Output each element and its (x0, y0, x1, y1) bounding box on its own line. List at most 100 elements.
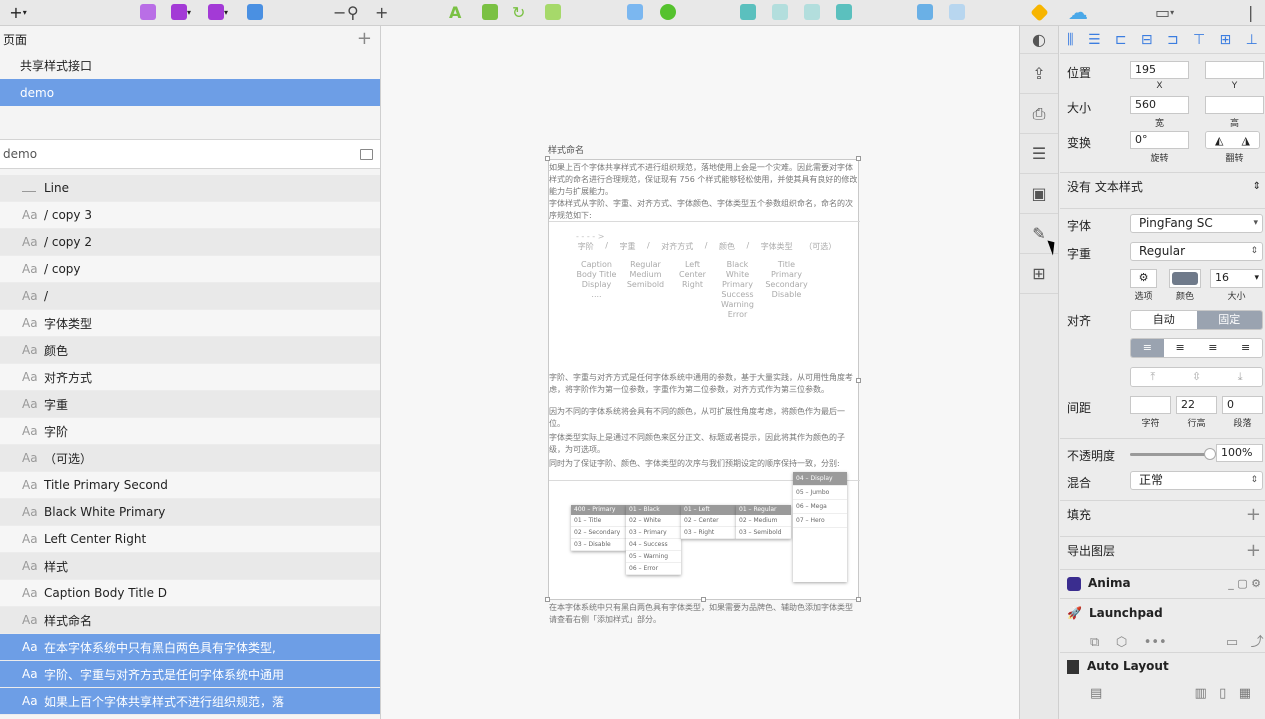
opacity-slider-thumb[interactable] (1204, 448, 1216, 460)
layer-row[interactable]: Aa / copy (0, 256, 380, 283)
blend-select[interactable]: 正常 ⇕ (1130, 471, 1263, 490)
intersect-icon[interactable] (804, 2, 820, 22)
zoom-in-icon[interactable]: + (375, 2, 388, 22)
y-field[interactable] (1205, 61, 1264, 79)
autolayout-section[interactable]: Auto Layout (1060, 652, 1265, 680)
color-well[interactable] (1169, 269, 1201, 288)
anima-link-icon[interactable] (545, 2, 561, 22)
page-item[interactable]: 共享样式接口 (0, 52, 380, 79)
layer-row[interactable]: Aa / copy 2 (0, 229, 380, 256)
sync-icon[interactable]: ⧉ (1090, 635, 1099, 650)
weight-select[interactable]: Regular ⇕ (1130, 242, 1263, 261)
shape-icon[interactable] (627, 2, 643, 22)
add-page-icon[interactable]: + (357, 30, 372, 48)
subtract-icon[interactable] (772, 2, 788, 22)
grid-icon[interactable] (247, 2, 263, 22)
layer-row[interactable]: Aa 颜色 (0, 337, 380, 364)
chevron-down-icon[interactable]: ▾ (1254, 270, 1259, 286)
cloud-upload-icon[interactable]: ☁ (1068, 0, 1088, 24)
opacity-field[interactable]: 100% (1216, 444, 1263, 462)
layer-row[interactable]: Aa 在本字体系统中只有黑白两色具有字体类型, (0, 634, 380, 661)
add-fill-icon[interactable]: + (1246, 505, 1261, 524)
more-icon[interactable]: | (1248, 2, 1253, 22)
text-style-icon[interactable]: ▾ (208, 2, 228, 22)
char-spacing-field[interactable] (1130, 396, 1171, 414)
distribute-horizontal-icon[interactable]: ⫼ (1067, 32, 1073, 48)
layer-row[interactable]: Aa Caption Body Title D (0, 580, 380, 607)
layer-filter[interactable]: demo (0, 140, 380, 169)
distribute-vertical-icon[interactable]: ☰ (1088, 32, 1101, 48)
align-left-icon[interactable]: ≡ (1131, 339, 1164, 357)
layer-row[interactable]: Aa Black White Primary (0, 499, 380, 526)
canvas[interactable]: 样式命名 如果上百个字体共享样式不进行组织规范，落地使用上会是一个灾难。因此需要… (381, 26, 1019, 719)
auto-option[interactable]: 自动 (1131, 311, 1197, 329)
resize-handle[interactable] (856, 156, 861, 161)
gear-icon[interactable]: ⚙ (1130, 269, 1157, 288)
anima-text-icon[interactable]: A (449, 2, 461, 22)
x-field[interactable]: 195 (1130, 61, 1189, 79)
artboard-para-5[interactable]: 字体类型实际上是通过不同颜色来区分正文、标题或者提示，因此将其作为颜色的子级，为… (549, 432, 860, 456)
artboard-para-7[interactable]: 在本字体系统中只有黑白两色具有字体类型，如果需要为品牌色、辅助色添加字体类型请查… (549, 602, 860, 626)
zoom-icon[interactable]: ⚲ (347, 2, 359, 22)
flip-vertical-icon[interactable]: ◮ (1232, 132, 1259, 148)
align-left-icon[interactable]: ⊏ (1115, 32, 1127, 48)
layer-row[interactable]: Aa / (0, 283, 380, 310)
layer-row[interactable]: Aa （可选） (0, 445, 380, 472)
zoom-out-icon[interactable]: − (333, 2, 346, 22)
artboard-para-1[interactable]: 如果上百个字体共享样式不进行组织规范，落地使用上会是一个灾难。因此需要对字体样式… (549, 162, 860, 198)
launch-icon[interactable]: ⤴ (1251, 635, 1264, 650)
layer-row[interactable]: Aa / copy 3 (0, 202, 380, 229)
font-size-field[interactable]: 16 ▾ (1210, 269, 1263, 288)
align-center-icon[interactable]: ≡ (1163, 339, 1197, 357)
align-center-icon[interactable]: ⊟ (1141, 32, 1153, 48)
line-height-field[interactable]: 22 (1176, 396, 1217, 414)
union-icon[interactable] (740, 2, 756, 22)
artboard-para-6[interactable]: 同时为了保证字阶、颜色、字体类型的次序与我们预期设定的顺序保持一致，分别: (549, 458, 860, 470)
artboard-para-3[interactable]: 字阶、字重与对齐方式是任何字体系统中通用的参数，基于大量实践，从可用性角度考虑，… (549, 372, 860, 396)
width-field[interactable]: 560 (1130, 96, 1189, 114)
fill-section[interactable]: 填充 + (1060, 500, 1265, 528)
layer-row[interactable]: Aa Left Center Right (0, 526, 380, 553)
sketch-icon[interactable] (1030, 2, 1049, 22)
collapse-icon[interactable] (360, 148, 373, 160)
layer-row[interactable]: Line (0, 175, 380, 202)
layer-row[interactable]: Aa 样式命名 (0, 607, 380, 634)
export-section[interactable]: 导出图层 + (1060, 536, 1265, 564)
resize-handle[interactable] (856, 378, 861, 383)
export-icon[interactable]: ⇪ (1020, 54, 1058, 94)
artboard[interactable]: 如果上百个字体共享样式不进行组织规范，落地使用上会是一个灾难。因此需要对字体样式… (548, 159, 860, 624)
valign-bottom-icon[interactable]: ⤓ (1218, 368, 1262, 386)
artboard-para-2[interactable]: 字体样式从字阶、字重、对齐方式、字体颜色、字体类型五个参数组织命名，命名的次序规… (549, 198, 860, 222)
align-right-icon[interactable]: ≡ (1196, 339, 1230, 357)
layer-row[interactable]: Aa 字重 (0, 391, 380, 418)
anima-controls-icon[interactable]: _ ▢ ⚙ (1228, 577, 1261, 590)
ellipsis-icon[interactable]: ••• (1144, 635, 1167, 650)
paragraph-field[interactable]: 0 (1222, 396, 1263, 414)
symbol-menu-icon[interactable]: ▾ (171, 2, 191, 22)
resize-handle[interactable] (545, 156, 550, 161)
align-right-icon[interactable]: ⊐ (1167, 32, 1179, 48)
resize-handle[interactable] (545, 597, 550, 602)
layer-row[interactable]: Aa Title Primary Second (0, 472, 380, 499)
height-field[interactable] (1205, 96, 1264, 114)
align-top-icon[interactable]: ⊤ (1193, 32, 1205, 48)
opacity-slider-track[interactable] (1130, 448, 1216, 460)
stack-icon[interactable]: ▥ (1194, 686, 1206, 701)
layer-row[interactable]: Aa 字阶、字重与对齐方式是任何字体系统中通用 (0, 661, 380, 688)
layer-row[interactable]: Aa 如果上百个字体共享样式不进行组织规范，落 (0, 688, 380, 715)
resize-handle[interactable] (856, 597, 861, 602)
align-middle-icon[interactable]: ⊞ (1220, 32, 1232, 48)
valign-middle-icon[interactable]: ⇳ (1174, 368, 1219, 386)
toggle-icon[interactable]: ◐ (1020, 26, 1058, 54)
valign-top-icon[interactable]: ⤒ (1131, 368, 1175, 386)
device-icon[interactable]: ▯ (1219, 686, 1226, 701)
printer-icon[interactable]: ⎙ (1020, 94, 1058, 134)
launchpad-section[interactable]: 🚀 Launchpad (1060, 598, 1265, 626)
rotate-field[interactable]: 0° (1130, 131, 1189, 149)
window-icon[interactable]: ▭ (1226, 635, 1238, 650)
leaf-icon[interactable] (660, 2, 676, 22)
view-icon[interactable]: ▭ ▾ (1155, 2, 1174, 22)
insert-icon[interactable]: + ▾ (4, 2, 32, 22)
cube-icon[interactable]: ⬡ (1116, 635, 1127, 650)
fixed-option[interactable]: 固定 (1196, 311, 1262, 329)
